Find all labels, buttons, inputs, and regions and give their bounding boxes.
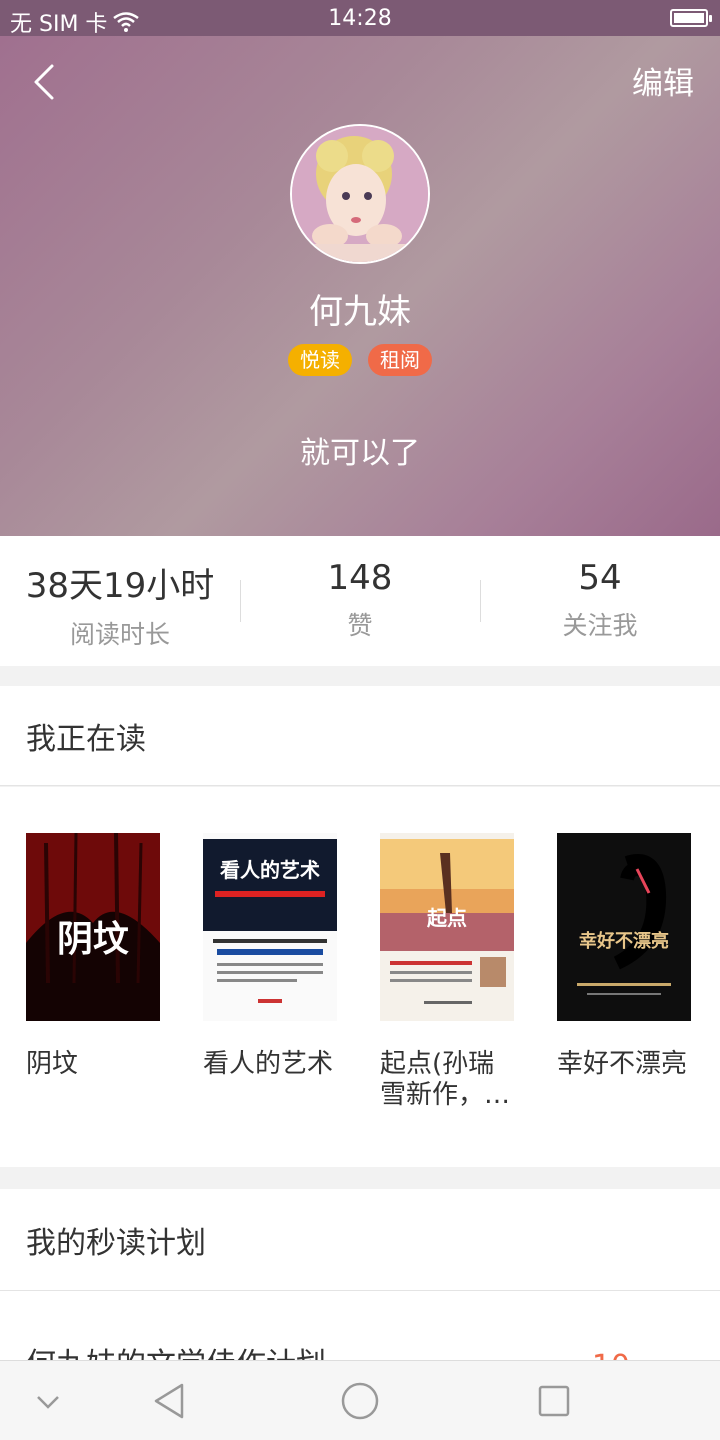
system-nav-bar xyxy=(0,1360,720,1440)
home-nav-icon[interactable] xyxy=(338,1379,382,1423)
book-item[interactable]: 幸好不漂亮 幸好不漂亮 xyxy=(557,833,697,1080)
section-title-plan[interactable]: 我的秒读计划 xyxy=(0,1189,720,1291)
stat-reading-time[interactable]: 38天19小时 阅读时长 xyxy=(0,536,240,666)
book-cover[interactable]: 阴坟 xyxy=(26,833,160,1021)
username: 何九妹 xyxy=(309,292,411,332)
status-bar: 无 SIM 卡 14:28 xyxy=(0,0,720,37)
badge-list: 悦读 租阅 xyxy=(0,344,720,376)
cover-title: 看人的艺术 xyxy=(220,858,320,882)
book-item[interactable]: 看人的艺术 看人的艺术 xyxy=(203,833,343,1080)
book-title: 幸好不漂亮 xyxy=(557,1049,688,1079)
book-item[interactable]: 阴坟 阴坟 xyxy=(26,833,166,1080)
book-item[interactable]: 起点 起点(孙瑞雪新作，… xyxy=(380,833,520,1111)
back-icon[interactable] xyxy=(26,62,66,102)
status-time: 14:28 xyxy=(328,6,392,31)
battery-icon xyxy=(670,9,712,27)
stat-value: 148 xyxy=(327,558,393,598)
section-title-reading[interactable]: 我正在读 xyxy=(0,686,720,786)
profile-header: 编辑 何九妹 悦读 租阅 就可以了 xyxy=(0,36,720,536)
back-nav-icon[interactable] xyxy=(148,1379,192,1423)
book-cover[interactable]: 看人的艺术 xyxy=(203,833,337,1021)
chevron-down-icon[interactable] xyxy=(26,1379,70,1423)
recents-nav-icon[interactable] xyxy=(532,1379,576,1423)
stat-followers[interactable]: 54 关注我 xyxy=(480,536,720,666)
book-list: 阴坟 阴坟 看人的艺术 看人的艺术 起点 起点(孙瑞雪新作，… 幸好不漂亮 幸好… xyxy=(0,787,720,1167)
stat-label: 阅读时长 xyxy=(69,620,170,649)
cover-title: 阴坟 xyxy=(57,919,129,960)
stat-value: 54 xyxy=(578,558,622,598)
book-cover[interactable]: 起点 xyxy=(380,833,514,1021)
stat-likes[interactable]: 148 赞 xyxy=(240,536,480,666)
plan-item-name: 何九妹的文学佳作计划 xyxy=(26,1339,326,1361)
edit-button[interactable]: 编辑 xyxy=(632,58,694,103)
stat-value: 38天19小时 xyxy=(25,566,215,606)
stat-label: 赞 xyxy=(347,611,373,640)
plan-item[interactable]: 何九妹的文学佳作计划 10 xyxy=(0,1291,720,1361)
cover-title: 起点 xyxy=(426,906,467,930)
book-title: 阴坟 xyxy=(26,1049,79,1079)
avatar[interactable] xyxy=(290,124,430,264)
book-title: 看人的艺术 xyxy=(203,1049,334,1079)
badge-zuyue: 租阅 xyxy=(368,344,432,376)
bio-text: 就可以了 xyxy=(300,436,420,471)
stats-bar: 38天19小时 阅读时长 148 赞 54 关注我 xyxy=(0,536,720,666)
book-cover[interactable]: 幸好不漂亮 xyxy=(557,833,691,1021)
stat-label: 关注我 xyxy=(562,611,638,640)
badge-yuedu: 悦读 xyxy=(288,344,352,376)
book-title: 起点(孙瑞雪新作，… xyxy=(380,1049,511,1110)
cover-title: 幸好不漂亮 xyxy=(579,930,669,952)
